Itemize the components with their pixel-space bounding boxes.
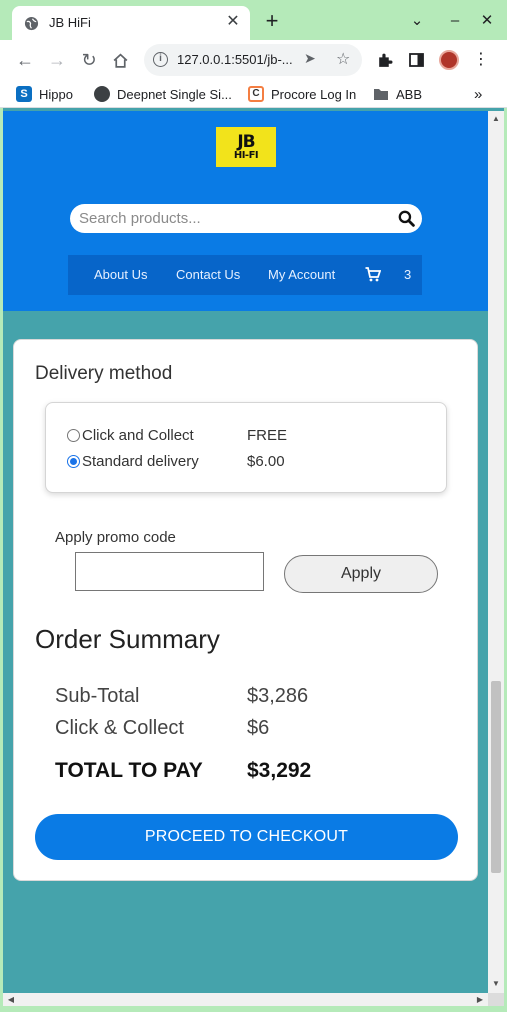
- standard-delivery-price: $6.00: [247, 453, 285, 470]
- logo-bottom-text: HI-FI: [233, 149, 259, 161]
- bookmark-label: Procore Log In: [271, 86, 357, 102]
- tab-search-icon[interactable]: ⌄: [407, 11, 427, 31]
- back-icon[interactable]: ←: [14, 49, 36, 71]
- site-header: JB HI-FI Search products... About Us Con…: [3, 111, 488, 311]
- order-summary-heading: Order Summary: [35, 624, 220, 654]
- url-text: 127.0.0.1:5501/jb-...: [177, 52, 293, 67]
- search-icon[interactable]: [398, 210, 415, 227]
- bookmarks-bar: S Hippo Deepnet Single Si... C Procore L…: [0, 80, 507, 108]
- globe-icon: [24, 16, 39, 31]
- subtotal-value: $3,286: [247, 685, 309, 707]
- reload-icon[interactable]: ↻: [78, 49, 100, 71]
- cart-icon[interactable]: [365, 267, 381, 282]
- globe-icon: [94, 86, 110, 102]
- site-info-icon[interactable]: i: [153, 52, 168, 67]
- side-panel-icon[interactable]: [408, 52, 425, 68]
- total-value: $3,292: [247, 759, 312, 782]
- extensions-icon[interactable]: [376, 52, 393, 69]
- minimize-icon[interactable]: –: [445, 11, 465, 31]
- scrollbar-corner: [488, 993, 504, 1006]
- standard-delivery-label[interactable]: Standard delivery: [82, 453, 199, 470]
- profile-avatar[interactable]: [439, 50, 459, 70]
- bookmark-deepnet[interactable]: Deepnet Single Si...: [94, 85, 232, 103]
- bookmark-abb[interactable]: ABB: [373, 85, 422, 103]
- click-collect-radio[interactable]: [67, 429, 80, 442]
- scroll-up-icon[interactable]: ▲: [488, 114, 504, 124]
- promo-code-input[interactable]: [75, 552, 264, 591]
- forward-icon[interactable]: →: [46, 49, 68, 71]
- nav-my-account[interactable]: My Account: [268, 267, 335, 282]
- cart-count[interactable]: 3: [404, 267, 411, 282]
- new-tab-icon[interactable]: +: [262, 10, 282, 32]
- checkout-card: Delivery method Click and Collect FREE S…: [13, 339, 478, 881]
- bookmark-label: Deepnet Single Si...: [117, 86, 232, 102]
- sharepoint-icon: S: [16, 86, 32, 102]
- send-icon[interactable]: ➤: [304, 50, 316, 67]
- close-tab-icon[interactable]: ✕: [224, 13, 242, 31]
- window-frame-bottom: [0, 1006, 507, 1012]
- browser-window: JB HiFi ✕ + ⌄ – ✕ ← → ↻ i 127.0.0.1:5501…: [0, 0, 507, 1012]
- browser-toolbar: ← → ↻ i 127.0.0.1:5501/jb-... ➤ ☆ ⋮: [0, 40, 507, 80]
- tab-title: JB HiFi: [49, 15, 91, 30]
- bookmark-label: ABB: [396, 86, 423, 102]
- proceed-to-checkout-button[interactable]: PROCEED TO CHECKOUT: [35, 814, 458, 860]
- main-nav: About Us Contact Us My Account 3: [68, 255, 422, 295]
- home-icon[interactable]: [112, 52, 129, 69]
- delivery-heading: Delivery method: [35, 363, 173, 384]
- scroll-right-icon[interactable]: ▶: [472, 995, 488, 1005]
- bookmark-hippo[interactable]: S Hippo: [16, 85, 73, 103]
- vertical-scrollbar[interactable]: ▲ ▼: [488, 111, 504, 993]
- tab-strip: JB HiFi ✕ + ⌄ – ✕: [0, 0, 507, 40]
- address-bar[interactable]: i 127.0.0.1:5501/jb-... ➤ ☆: [144, 44, 362, 76]
- page-viewport: JB HI-FI Search products... About Us Con…: [3, 111, 488, 993]
- delivery-options: Click and Collect FREE Standard delivery…: [45, 402, 447, 493]
- bookmark-procore[interactable]: C Procore Log In: [248, 85, 356, 103]
- shipping-label: Click & Collect: [55, 717, 184, 739]
- folder-icon: [374, 89, 388, 100]
- search-input[interactable]: Search products...: [70, 204, 422, 233]
- nav-contact-us[interactable]: Contact Us: [176, 267, 240, 282]
- jbhifi-logo[interactable]: JB HI-FI: [216, 127, 276, 167]
- apply-promo-button[interactable]: Apply: [284, 555, 438, 593]
- standard-delivery-radio[interactable]: [67, 455, 80, 468]
- bookmarks-overflow-icon[interactable]: »: [474, 85, 482, 103]
- click-collect-label[interactable]: Click and Collect: [82, 427, 194, 444]
- scroll-left-icon[interactable]: ◀: [3, 995, 19, 1005]
- nav-about-us[interactable]: About Us: [94, 267, 147, 282]
- promo-label: Apply promo code: [55, 529, 176, 546]
- bookmark-label: Hippo: [39, 86, 73, 102]
- shipping-value: $6: [247, 717, 270, 739]
- close-window-icon[interactable]: ✕: [477, 11, 497, 31]
- procore-icon: C: [248, 86, 264, 102]
- scroll-down-icon[interactable]: ▼: [488, 979, 504, 989]
- bookmark-star-icon[interactable]: ☆: [336, 49, 350, 69]
- search-placeholder: Search products...: [79, 210, 201, 227]
- horizontal-scrollbar[interactable]: ◀ ▶: [3, 993, 488, 1006]
- scroll-thumb[interactable]: [491, 681, 501, 873]
- subtotal-label: Sub-Total: [55, 685, 140, 707]
- total-label: TOTAL TO PAY: [55, 759, 203, 782]
- logo-top-text: JB: [237, 131, 255, 152]
- click-collect-price: FREE: [247, 427, 288, 444]
- browser-tab[interactable]: JB HiFi ✕: [12, 6, 250, 40]
- menu-kebab-icon[interactable]: ⋮: [471, 50, 491, 70]
